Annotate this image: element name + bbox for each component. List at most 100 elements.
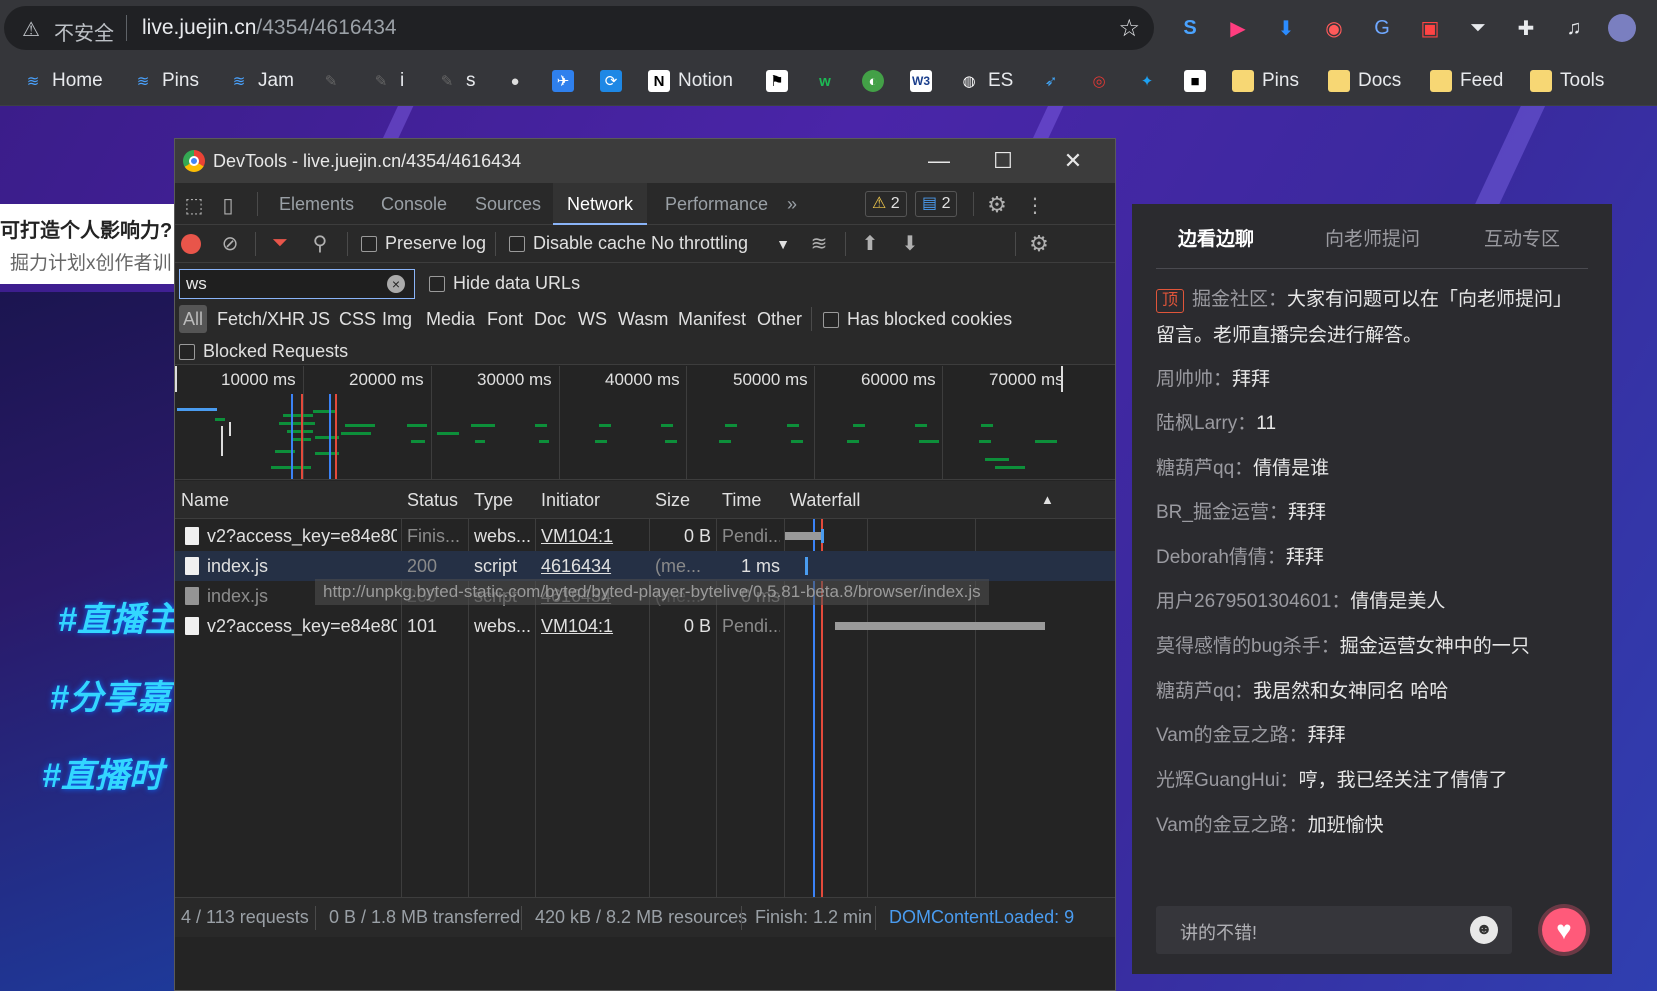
chat-user[interactable]: Deborah倩倩： (1156, 547, 1286, 568)
clear-filter-icon[interactable]: × (387, 275, 405, 293)
tab-network[interactable]: Network (553, 183, 648, 225)
url-text[interactable]: live.juejin.cn/4354/4616434 (142, 16, 397, 40)
bookmark-bird-s[interactable]: ✎ s (436, 68, 476, 94)
bookmark-w[interactable]: w (814, 68, 844, 94)
filter-type-media[interactable]: Media (426, 305, 475, 333)
settings-gear-icon[interactable]: ⚙ (983, 191, 1011, 219)
chat-user[interactable]: 莫得感情的bug杀手： (1156, 636, 1340, 657)
record-icon[interactable] (181, 234, 201, 254)
close-icon[interactable]: ✕ (1053, 145, 1093, 177)
request-initiator[interactable]: 4616434 (541, 551, 641, 581)
device-toolbar-icon[interactable]: ▯ (215, 192, 241, 218)
search-icon[interactable]: ⚲ (309, 232, 331, 255)
network-overview[interactable]: 10000 ms 20000 ms 30000 ms 40000 ms 5000… (175, 366, 1115, 480)
network-conditions-icon[interactable]: ≋ (807, 232, 831, 255)
bookmark-bird-1[interactable]: ✎ (320, 68, 350, 94)
bookmark-sync[interactable]: ⟳ (600, 68, 630, 94)
bookmark-bird-i[interactable]: ✎ i (370, 68, 405, 94)
chat-user[interactable]: 掘金社区： (1192, 289, 1287, 310)
emoji-icon[interactable]: ☻ (1470, 916, 1498, 944)
bookmark-pins[interactable]: ≋ Pins (132, 68, 199, 94)
column-time[interactable]: Time (722, 481, 761, 519)
puzzle-extension-icon[interactable]: ✚ (1512, 14, 1540, 42)
bookmark-bag[interactable]: ■ (1184, 68, 1214, 94)
filter-type-all[interactable]: All (179, 305, 208, 333)
request-initiator[interactable]: VM104:1 (541, 611, 641, 641)
minimize-icon[interactable]: — (919, 145, 959, 177)
filter-type-font[interactable]: Font (487, 305, 523, 333)
filter-type-manifest[interactable]: Manifest (678, 305, 746, 333)
overview-handle-right[interactable] (1061, 366, 1063, 392)
bookmark-home[interactable]: ≋ Home (22, 68, 103, 94)
chat-input[interactable]: 讲的不错! ☻ (1156, 906, 1512, 954)
filter-type-fetch-xhr[interactable]: Fetch/XHR (217, 305, 305, 333)
tab-sources[interactable]: Sources (461, 183, 555, 225)
bookmark-rocket[interactable]: ➶ (1040, 68, 1070, 94)
filter-icon[interactable]: ⏷ (269, 232, 291, 254)
chat-user[interactable]: BR_掘金运营： (1156, 502, 1288, 523)
filter-type-wasm[interactable]: Wasm (618, 305, 668, 333)
tab-performance[interactable]: Performance (651, 183, 782, 225)
column-waterfall[interactable]: Waterfall (790, 481, 860, 519)
s-extension-icon[interactable]: S (1176, 14, 1204, 42)
avatar[interactable] (1608, 14, 1636, 42)
chat-user[interactable]: 陆枫Larry： (1156, 413, 1256, 434)
bookmark-flag[interactable]: ⚑ (766, 68, 796, 94)
download-extension-icon[interactable]: ⬇ (1272, 14, 1300, 42)
bookmark-folder-tools[interactable]: Tools (1530, 68, 1604, 94)
filter-extension-icon[interactable]: ⏷ (1464, 14, 1492, 42)
bookmark-w3[interactable]: W3 (910, 68, 940, 94)
overview-handle-left[interactable] (175, 366, 177, 392)
column-initiator[interactable]: Initiator (541, 481, 600, 519)
bookmark-game[interactable]: ◐ (862, 68, 892, 94)
filter-input[interactable] (179, 269, 415, 299)
filter-type-js[interactable]: JS (309, 305, 330, 333)
box-extension-icon[interactable]: ▣ (1416, 14, 1444, 42)
tab-console[interactable]: Console (367, 183, 461, 225)
chat-user[interactable]: 用户2679501304601： (1156, 591, 1350, 612)
bookmark-folder-docs[interactable]: Docs (1328, 68, 1401, 94)
security-label[interactable]: 不安全 (54, 17, 114, 46)
chat-user[interactable]: Vam的金豆之路： (1156, 815, 1308, 836)
tab-interaction[interactable]: 互动专区 (1484, 224, 1560, 251)
filter-type-css[interactable]: CSS (339, 305, 376, 333)
media-control-icon[interactable]: ♫ (1560, 14, 1588, 42)
preserve-log-checkbox[interactable]: Preserve log (361, 233, 486, 254)
hide-data-urls-checkbox[interactable]: Hide data URLs (429, 273, 580, 294)
record-extension-icon[interactable]: ◉ (1320, 14, 1348, 42)
bookmark-github[interactable]: ● (504, 68, 534, 94)
kebab-menu-icon[interactable]: ⋮ (1025, 191, 1045, 219)
throttling-select[interactable]: No throttling ▼ (651, 233, 790, 254)
bookmark-folder-feed[interactable]: Feed (1430, 68, 1503, 94)
table-row[interactable]: v2?access_key=e84e80... 101 webs... VM10… (175, 611, 1115, 641)
clear-icon[interactable]: ⊘ (219, 232, 241, 255)
warning-icon[interactable]: ⚠ (22, 17, 40, 42)
bookmark-lark[interactable]: ✈ (552, 68, 582, 94)
promo-card[interactable]: 可打造个人影响力? 掘力计划x创作者训 (0, 204, 200, 284)
sort-ascending-icon[interactable]: ▲ (1041, 481, 1054, 519)
chat-user[interactable]: 糖葫芦qq： (1156, 458, 1253, 479)
table-row[interactable]: v2?access_key=e84e80... Finis... webs...… (175, 521, 1115, 551)
request-initiator[interactable]: VM104:1 (541, 521, 641, 551)
bookmark-twitter[interactable]: ✦ (1136, 68, 1166, 94)
more-tabs-icon[interactable]: » (773, 183, 811, 225)
column-name[interactable]: Name (181, 481, 229, 519)
maximize-icon[interactable]: ☐ (983, 145, 1023, 177)
chat-user[interactable]: 光辉GuangHui： (1156, 770, 1299, 791)
chat-user[interactable]: 糖葫芦qq： (1156, 681, 1253, 702)
tab-watch-chat[interactable]: 边看边聊 (1178, 224, 1254, 251)
filter-type-other[interactable]: Other (757, 305, 802, 333)
filter-type-doc[interactable]: Doc (534, 305, 566, 333)
translate-extension-icon[interactable]: G (1368, 14, 1396, 42)
import-har-icon[interactable]: ⬆ (859, 232, 881, 255)
chat-user[interactable]: 周帅帅： (1156, 369, 1232, 390)
inspect-element-icon[interactable]: ⬚ (181, 192, 207, 218)
bookmark-jam[interactable]: ≋ Jam (228, 68, 294, 94)
address-bar[interactable]: ⚠ 不安全 live.juejin.cn/4354/4616434 ☆ (4, 6, 1154, 50)
bookmark-star-icon[interactable]: ☆ (1118, 14, 1140, 43)
column-size[interactable]: Size (655, 481, 690, 519)
bookmark-notion[interactable]: N Notion (648, 68, 733, 94)
filter-type-img[interactable]: Img (382, 305, 412, 333)
has-blocked-cookies-checkbox[interactable]: Has blocked cookies (823, 309, 1012, 330)
messages-badge[interactable]: ▤ 2 (915, 191, 958, 217)
